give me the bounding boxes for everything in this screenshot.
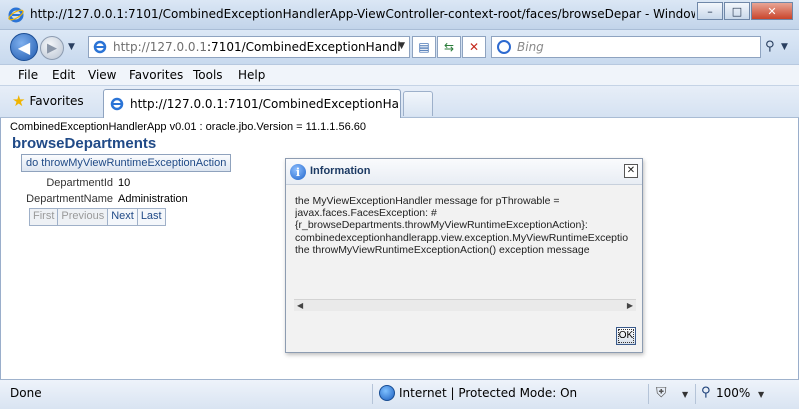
search-icon[interactable]: ⚲ (765, 39, 775, 54)
message-line: the throwMyViewRuntimeExceptionAction() … (295, 243, 590, 256)
status-text: Done (10, 386, 42, 400)
menu-bar: File Edit View Favorites Tools Help (0, 64, 799, 86)
page-title: browseDepartments (12, 135, 157, 152)
bing-icon (497, 40, 511, 54)
new-tab-button[interactable] (403, 91, 433, 116)
dialog-message: the MyViewExceptionHandler message for p… (295, 195, 634, 291)
message-line: combinedexceptionhandlerapp.view.excepti… (295, 231, 629, 244)
url-path: :7101/CombinedExceptionHandlerAp (207, 40, 401, 54)
status-divider (695, 384, 696, 404)
information-dialog: i Information ✕ the MyViewExceptionHandl… (285, 158, 643, 353)
dialog-close-button[interactable]: ✕ (624, 164, 638, 178)
message-line: {r_browseDepartments.throwMyViewRuntimeE… (295, 219, 588, 232)
close-window-button[interactable]: ✕ (751, 2, 793, 20)
message-line: javax.faces.FacesException: # (295, 207, 437, 220)
back-arrow-icon: ◀ (17, 37, 31, 57)
department-name-label: DepartmentName (26, 193, 113, 205)
scroll-left-icon[interactable]: ◀ (297, 301, 303, 310)
search-options-dropdown[interactable]: ▼ (781, 42, 788, 52)
forward-button[interactable]: ▶ (40, 36, 64, 60)
dialog-message-area: the MyViewExceptionHandler message for p… (294, 195, 636, 311)
previous-button[interactable]: Previous (58, 209, 109, 225)
status-divider (648, 384, 649, 404)
info-icon: i (290, 164, 306, 180)
globe-icon (379, 385, 395, 401)
refresh-icon: ⇆ (443, 40, 455, 54)
department-id-label: DepartmentId (46, 177, 113, 189)
back-button[interactable]: ◀ (10, 33, 38, 61)
compatibility-view-button[interactable]: ▤ (412, 36, 436, 58)
window-title: http://127.0.0.1:7101/CombinedExceptionH… (30, 7, 695, 21)
forward-arrow-icon: ▶ (47, 40, 57, 56)
status-divider (372, 384, 373, 404)
favorites-button[interactable]: ★ Favorites (12, 92, 84, 110)
zoom-level[interactable]: 100% (716, 386, 750, 400)
navigation-pager: First Previous Next Last (29, 208, 166, 226)
page-icon (93, 40, 107, 54)
scroll-right-icon[interactable]: ▶ (627, 301, 633, 310)
menu-favorites[interactable]: Favorites (129, 68, 183, 82)
dialog-title: Information (310, 165, 371, 177)
status-bar: Done Internet | Protected Mode: On ⛨ ▼ ⚲… (0, 379, 799, 409)
recent-pages-dropdown[interactable]: ▼ (68, 42, 75, 52)
message-line: the MyViewExceptionHandler message for p… (295, 195, 560, 207)
tab-active[interactable]: http://127.0.0.1:7101/CombinedExceptionH… (103, 89, 401, 118)
address-dropdown-icon[interactable]: ▼ (398, 41, 405, 51)
department-id-value: 10 (118, 177, 131, 189)
search-placeholder: Bing (517, 40, 544, 54)
refresh-button[interactable]: ⇆ (437, 36, 461, 58)
navigation-bar: ◀ ▶ ▼ http://127.0.0.1:7101/CombinedExce… (0, 30, 799, 64)
ie-logo-icon (8, 7, 24, 23)
maximize-button[interactable]: □ (724, 2, 750, 20)
shield-dropdown-icon[interactable]: ▼ (682, 390, 688, 399)
shield-icon[interactable]: ⛨ (656, 385, 667, 401)
star-icon: ★ (12, 92, 26, 110)
security-zone[interactable]: Internet | Protected Mode: On (399, 386, 577, 400)
window-title-bar: http://127.0.0.1:7101/CombinedExceptionH… (0, 0, 799, 30)
address-bar[interactable]: http://127.0.0.1:7101/CombinedExceptionH… (88, 36, 410, 58)
zoom-dropdown-icon[interactable]: ▼ (758, 390, 764, 399)
window-controls: – □ ✕ (696, 2, 793, 20)
department-name-value: Administration (118, 193, 188, 205)
version-text: CombinedExceptionHandlerApp v0.01 : orac… (10, 121, 367, 133)
zoom-icon[interactable]: ⚲ (701, 385, 711, 400)
stop-icon: ✕ (468, 40, 480, 54)
menu-view[interactable]: View (88, 68, 116, 82)
address-url[interactable]: http://127.0.0.1:7101/CombinedExceptionH… (113, 40, 401, 54)
tab-page-icon (110, 97, 124, 111)
close-icon: ✕ (626, 165, 636, 176)
menu-tools[interactable]: Tools (193, 68, 223, 82)
throw-exception-button[interactable]: do throwMyViewRuntimeExceptionAction (21, 154, 232, 172)
ok-button[interactable]: OK (616, 327, 636, 345)
menu-file[interactable]: File (18, 68, 38, 82)
favorites-bar: ★ Favorites http://127.0.0.1:7101/Combin… (0, 86, 799, 118)
search-box[interactable]: Bing (491, 36, 761, 58)
next-button[interactable]: Next (108, 209, 138, 225)
favorites-label: Favorites (29, 94, 84, 108)
compatibility-icon: ▤ (418, 40, 430, 54)
minimize-button[interactable]: – (697, 2, 723, 20)
dialog-header: i Information ✕ (286, 159, 642, 185)
stop-button[interactable]: ✕ (462, 36, 486, 58)
last-button[interactable]: Last (137, 209, 165, 225)
menu-help[interactable]: Help (238, 68, 265, 82)
menu-edit[interactable]: Edit (52, 68, 75, 82)
url-host: http://127.0.0.1 (113, 40, 208, 54)
first-button[interactable]: First (30, 209, 59, 225)
tab-label: http://127.0.0.1:7101/CombinedExceptionH… (130, 97, 398, 111)
address-actions: ▤ ⇆ ✕ (412, 36, 487, 58)
horizontal-scrollbar[interactable]: ◀ ▶ (294, 299, 636, 311)
